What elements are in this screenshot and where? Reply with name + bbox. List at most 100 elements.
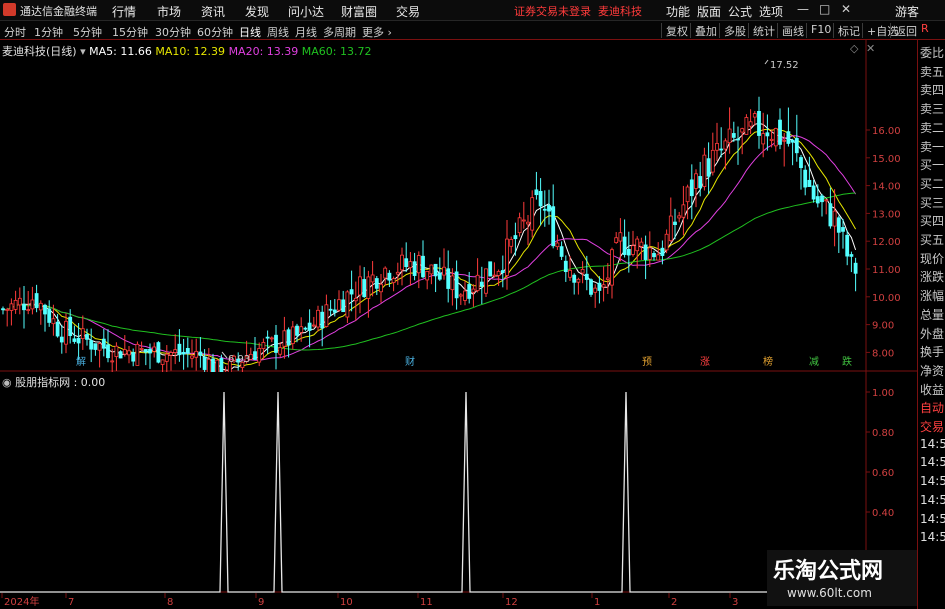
period-tab-multi[interactable]: 多周期 xyxy=(323,24,356,40)
candle-body xyxy=(505,238,509,276)
candle-body xyxy=(433,263,438,277)
gear-icon[interactable]: ◉ xyxy=(2,376,12,389)
candle-body xyxy=(513,235,518,240)
candle-body xyxy=(618,232,623,242)
guest-account[interactable]: 游客 xyxy=(895,3,919,20)
event-tag[interactable]: 跌 xyxy=(842,355,852,368)
candle-body xyxy=(337,299,341,311)
menu-layout[interactable]: 版面 xyxy=(697,3,721,20)
period-tab-more[interactable]: 更多 › xyxy=(362,24,392,40)
quote-panel-item: 买三 xyxy=(920,195,945,210)
back-button[interactable]: 返回 xyxy=(890,23,917,38)
candle-body xyxy=(643,244,648,260)
statistics-button[interactable]: 统计 xyxy=(748,23,775,38)
candle-body xyxy=(509,239,514,247)
candle-body xyxy=(328,308,333,311)
period-tab-timeshare[interactable]: 分时 xyxy=(4,24,26,40)
candle-body xyxy=(148,348,152,354)
maximize-button[interactable]: □ xyxy=(819,2,830,16)
candle-body xyxy=(265,336,270,339)
indicator-legend: ◉ 股朋指标网 : 0.00 xyxy=(2,374,105,390)
candle-body xyxy=(681,204,686,218)
candle-body xyxy=(589,279,593,295)
period-tab-60min[interactable]: 60分钟 xyxy=(197,24,233,40)
quote-panel-item: 14:56 xyxy=(920,436,945,451)
price-tick-label: 16.00 xyxy=(872,126,901,137)
restore-rights-button[interactable]: 复权 xyxy=(661,23,688,38)
event-tag[interactable]: 减 xyxy=(809,356,819,368)
candle-body xyxy=(463,290,467,301)
period-tab-weekly[interactable]: 周线 xyxy=(267,24,289,40)
event-tag[interactable]: 解 xyxy=(76,355,86,368)
candle-body xyxy=(202,356,207,370)
candle-body xyxy=(274,334,278,353)
candle-body xyxy=(370,274,375,283)
candle-body xyxy=(500,270,505,273)
candle-body xyxy=(164,353,169,362)
multi-stock-button[interactable]: 多股 xyxy=(719,23,746,38)
candle-body xyxy=(198,351,203,356)
ma10-line xyxy=(2,128,857,367)
menu-discover[interactable]: 发现 xyxy=(245,3,269,20)
menu-news[interactable]: 资讯 xyxy=(201,3,225,20)
overlay-button[interactable]: 叠加 xyxy=(690,23,717,38)
period-tab-15min[interactable]: 15分钟 xyxy=(112,24,148,40)
candle-body xyxy=(576,278,581,283)
candle-body xyxy=(475,274,480,291)
menu-trade[interactable]: 交易 xyxy=(396,3,420,20)
candle-body xyxy=(416,255,421,274)
candle-body xyxy=(421,255,425,278)
candle-body xyxy=(731,133,736,138)
candle-body xyxy=(769,138,774,141)
minimize-button[interactable]: — xyxy=(797,2,809,16)
candle-body xyxy=(22,303,26,311)
menu-ask[interactable]: 问小达 xyxy=(288,3,324,20)
diamond-icon[interactable]: ◇ xyxy=(850,42,858,55)
candle-body xyxy=(362,279,367,298)
quote-panel-item: 交易 xyxy=(920,420,945,434)
date-tick-label: 9 xyxy=(258,597,264,608)
close-chart-icon[interactable]: ✕ xyxy=(866,42,875,55)
menu-options[interactable]: 选项 xyxy=(759,3,783,20)
quote-panel-item: 涨跌 xyxy=(920,270,945,285)
period-tab-30min[interactable]: 30分钟 xyxy=(155,24,191,40)
candle-body xyxy=(572,274,577,283)
quote-panel-item: 外盘 xyxy=(920,326,945,341)
ma5-label: MA5: 11.66 xyxy=(89,45,152,58)
event-tag[interactable]: 榜 xyxy=(763,355,773,368)
chevron-down-icon[interactable]: ▾ xyxy=(80,45,86,58)
period-tab-1min[interactable]: 1分钟 xyxy=(34,24,63,40)
candle-body xyxy=(135,343,140,366)
trade-login-status[interactable]: 证券交易未登录 麦迪科技 xyxy=(514,3,642,19)
event-tag[interactable]: 涨 xyxy=(700,356,710,368)
date-tick-label: 12 xyxy=(505,597,518,608)
candle-body xyxy=(610,249,614,286)
period-tab-monthly[interactable]: 月线 xyxy=(295,24,317,40)
candle-body xyxy=(757,110,761,136)
menu-wealth[interactable]: 财富圈 xyxy=(341,3,377,20)
candle-body xyxy=(547,205,551,212)
candle-body xyxy=(677,215,682,219)
candlestick-chart[interactable]: 16.00 15.00 14.00 13.00 12.00 11.00 10.00 9.00 8… xyxy=(0,40,918,372)
event-tag[interactable]: 预 xyxy=(642,356,652,368)
candle-body xyxy=(593,287,598,293)
candle-body xyxy=(110,360,115,363)
close-button[interactable]: ✕ xyxy=(841,2,851,16)
mark-button[interactable]: 标记 xyxy=(833,23,860,38)
draw-line-button[interactable]: 画线 xyxy=(777,23,804,38)
menu-quotes[interactable]: 行情 xyxy=(112,3,136,20)
menu-market[interactable]: 市场 xyxy=(157,3,181,20)
period-tab-daily[interactable]: 日线 xyxy=(239,24,261,40)
period-tab-5min[interactable]: 5分钟 xyxy=(73,24,102,40)
menu-formula[interactable]: 公式 xyxy=(728,3,752,20)
ma10-label: MA10: 12.39 xyxy=(155,45,226,58)
quote-panel-item: 总量 xyxy=(920,307,945,322)
candle-body xyxy=(828,203,833,227)
quote-panel-item: 买一 xyxy=(920,158,945,173)
f10-button[interactable]: F10 xyxy=(806,23,831,38)
menu-function[interactable]: 功能 xyxy=(666,3,690,20)
candle-body xyxy=(437,272,442,280)
event-tag[interactable]: 财 xyxy=(405,355,415,368)
candle-body xyxy=(694,173,698,189)
candle-body xyxy=(471,288,476,293)
